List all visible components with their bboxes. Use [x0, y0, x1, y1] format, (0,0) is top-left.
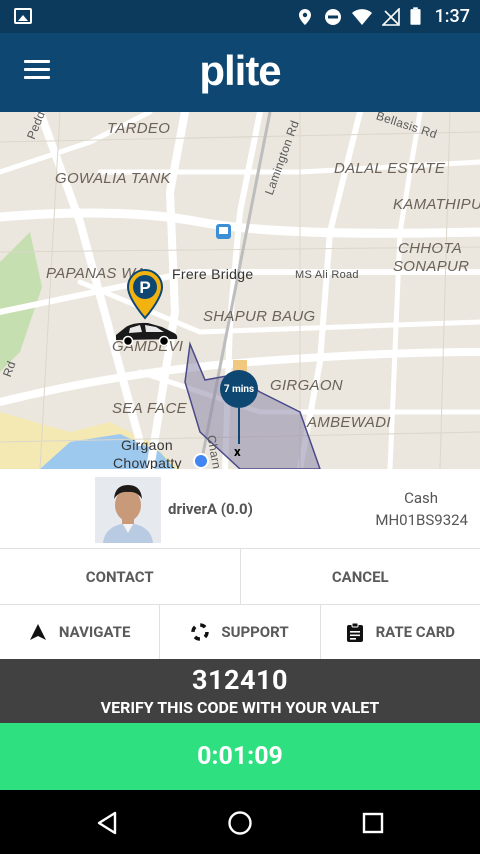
parking-pin-icon[interactable]: P: [126, 268, 164, 320]
map-label-ambewadi: AMBEWADI: [307, 414, 391, 431]
recents-icon[interactable]: [360, 810, 386, 836]
map-label-sonapur: SONAPUR: [393, 258, 470, 275]
map-label-girgaon: GIRGAON: [270, 377, 343, 394]
driver-name: driverA (0.0): [168, 500, 253, 518]
map-view[interactable]: TARDEO GOWALIA TANK DALAL ESTATE KAMATHI…: [0, 112, 480, 469]
support-button[interactable]: SUPPORT: [159, 605, 319, 659]
map-label-girgaon: Girgaon: [121, 437, 173, 453]
payment-method: Cash: [404, 489, 438, 507]
destination-marker: x: [234, 445, 241, 460]
status-bar: 1:37: [0, 0, 480, 33]
wifi-icon: [351, 8, 372, 25]
map-label-tardeo: TARDEO: [107, 120, 171, 137]
map-label-frere-bridge: Frere Bridge: [172, 266, 254, 282]
map-label-dalal-estate: DALAL ESTATE: [334, 160, 446, 177]
rate-card-button[interactable]: RATE CARD: [319, 605, 480, 659]
svg-text:P: P: [139, 278, 150, 297]
battery-icon: [410, 7, 421, 25]
status-time: 1:37: [434, 6, 470, 27]
map-label-shapur-baug: SHAPUR BAUG: [203, 308, 316, 325]
lifebuoy-icon: [191, 623, 210, 641]
map-label-chhota: CHHOTA: [398, 240, 463, 257]
car-icon: [116, 322, 178, 347]
no-signal-icon: [381, 7, 400, 26]
map-label-sea-face: SEA FACE: [112, 400, 187, 417]
map-label-gowalia-tank: GOWALIA TANK: [55, 170, 171, 187]
system-nav-bar: [0, 790, 480, 854]
verification-instruction: VERIFY THIS CODE WITH YOUR VALET: [100, 698, 380, 717]
location-icon: [298, 8, 311, 25]
driver-card: driverA (0.0) Cash MH01BS9324: [0, 469, 480, 549]
do-not-disturb-icon: [324, 8, 341, 25]
elapsed-timer: 0:01:09: [0, 723, 480, 790]
cancel-button[interactable]: CANCEL: [239, 549, 480, 604]
support-label: SUPPORT: [221, 623, 289, 641]
navigate-button[interactable]: NAVIGATE: [0, 605, 159, 659]
map-label-ms-ali-road: MS Ali Road: [295, 269, 359, 281]
clipboard-icon: [346, 622, 363, 642]
app-bar: plite: [0, 33, 480, 112]
map-label-kamathipura: KAMATHIPU: [393, 196, 480, 213]
secondary-actions: NAVIGATE SUPPORT RATE CARD: [0, 605, 480, 659]
map-label-chowpatty: Chowpatty: [113, 455, 182, 469]
home-icon[interactable]: [227, 810, 253, 836]
eta-badge: 7 mins: [220, 370, 258, 408]
verification-panel: 312410 VERIFY THIS CODE WITH YOUR VALET: [0, 659, 480, 723]
contact-button[interactable]: CONTACT: [0, 549, 240, 604]
driver-avatar: [95, 477, 161, 543]
primary-actions: CONTACT CANCEL: [0, 549, 480, 605]
image-icon: [14, 8, 32, 24]
navigate-label: NAVIGATE: [58, 623, 131, 641]
navigation-arrow-icon: [29, 624, 46, 640]
back-icon[interactable]: [94, 810, 120, 836]
eta-pin-stem: [238, 408, 240, 444]
app-logo: plite: [199, 47, 281, 94]
verification-code: 312410: [192, 664, 288, 696]
vehicle-plate: MH01BS9324: [375, 511, 468, 529]
rate-card-label: RATE CARD: [375, 623, 456, 641]
